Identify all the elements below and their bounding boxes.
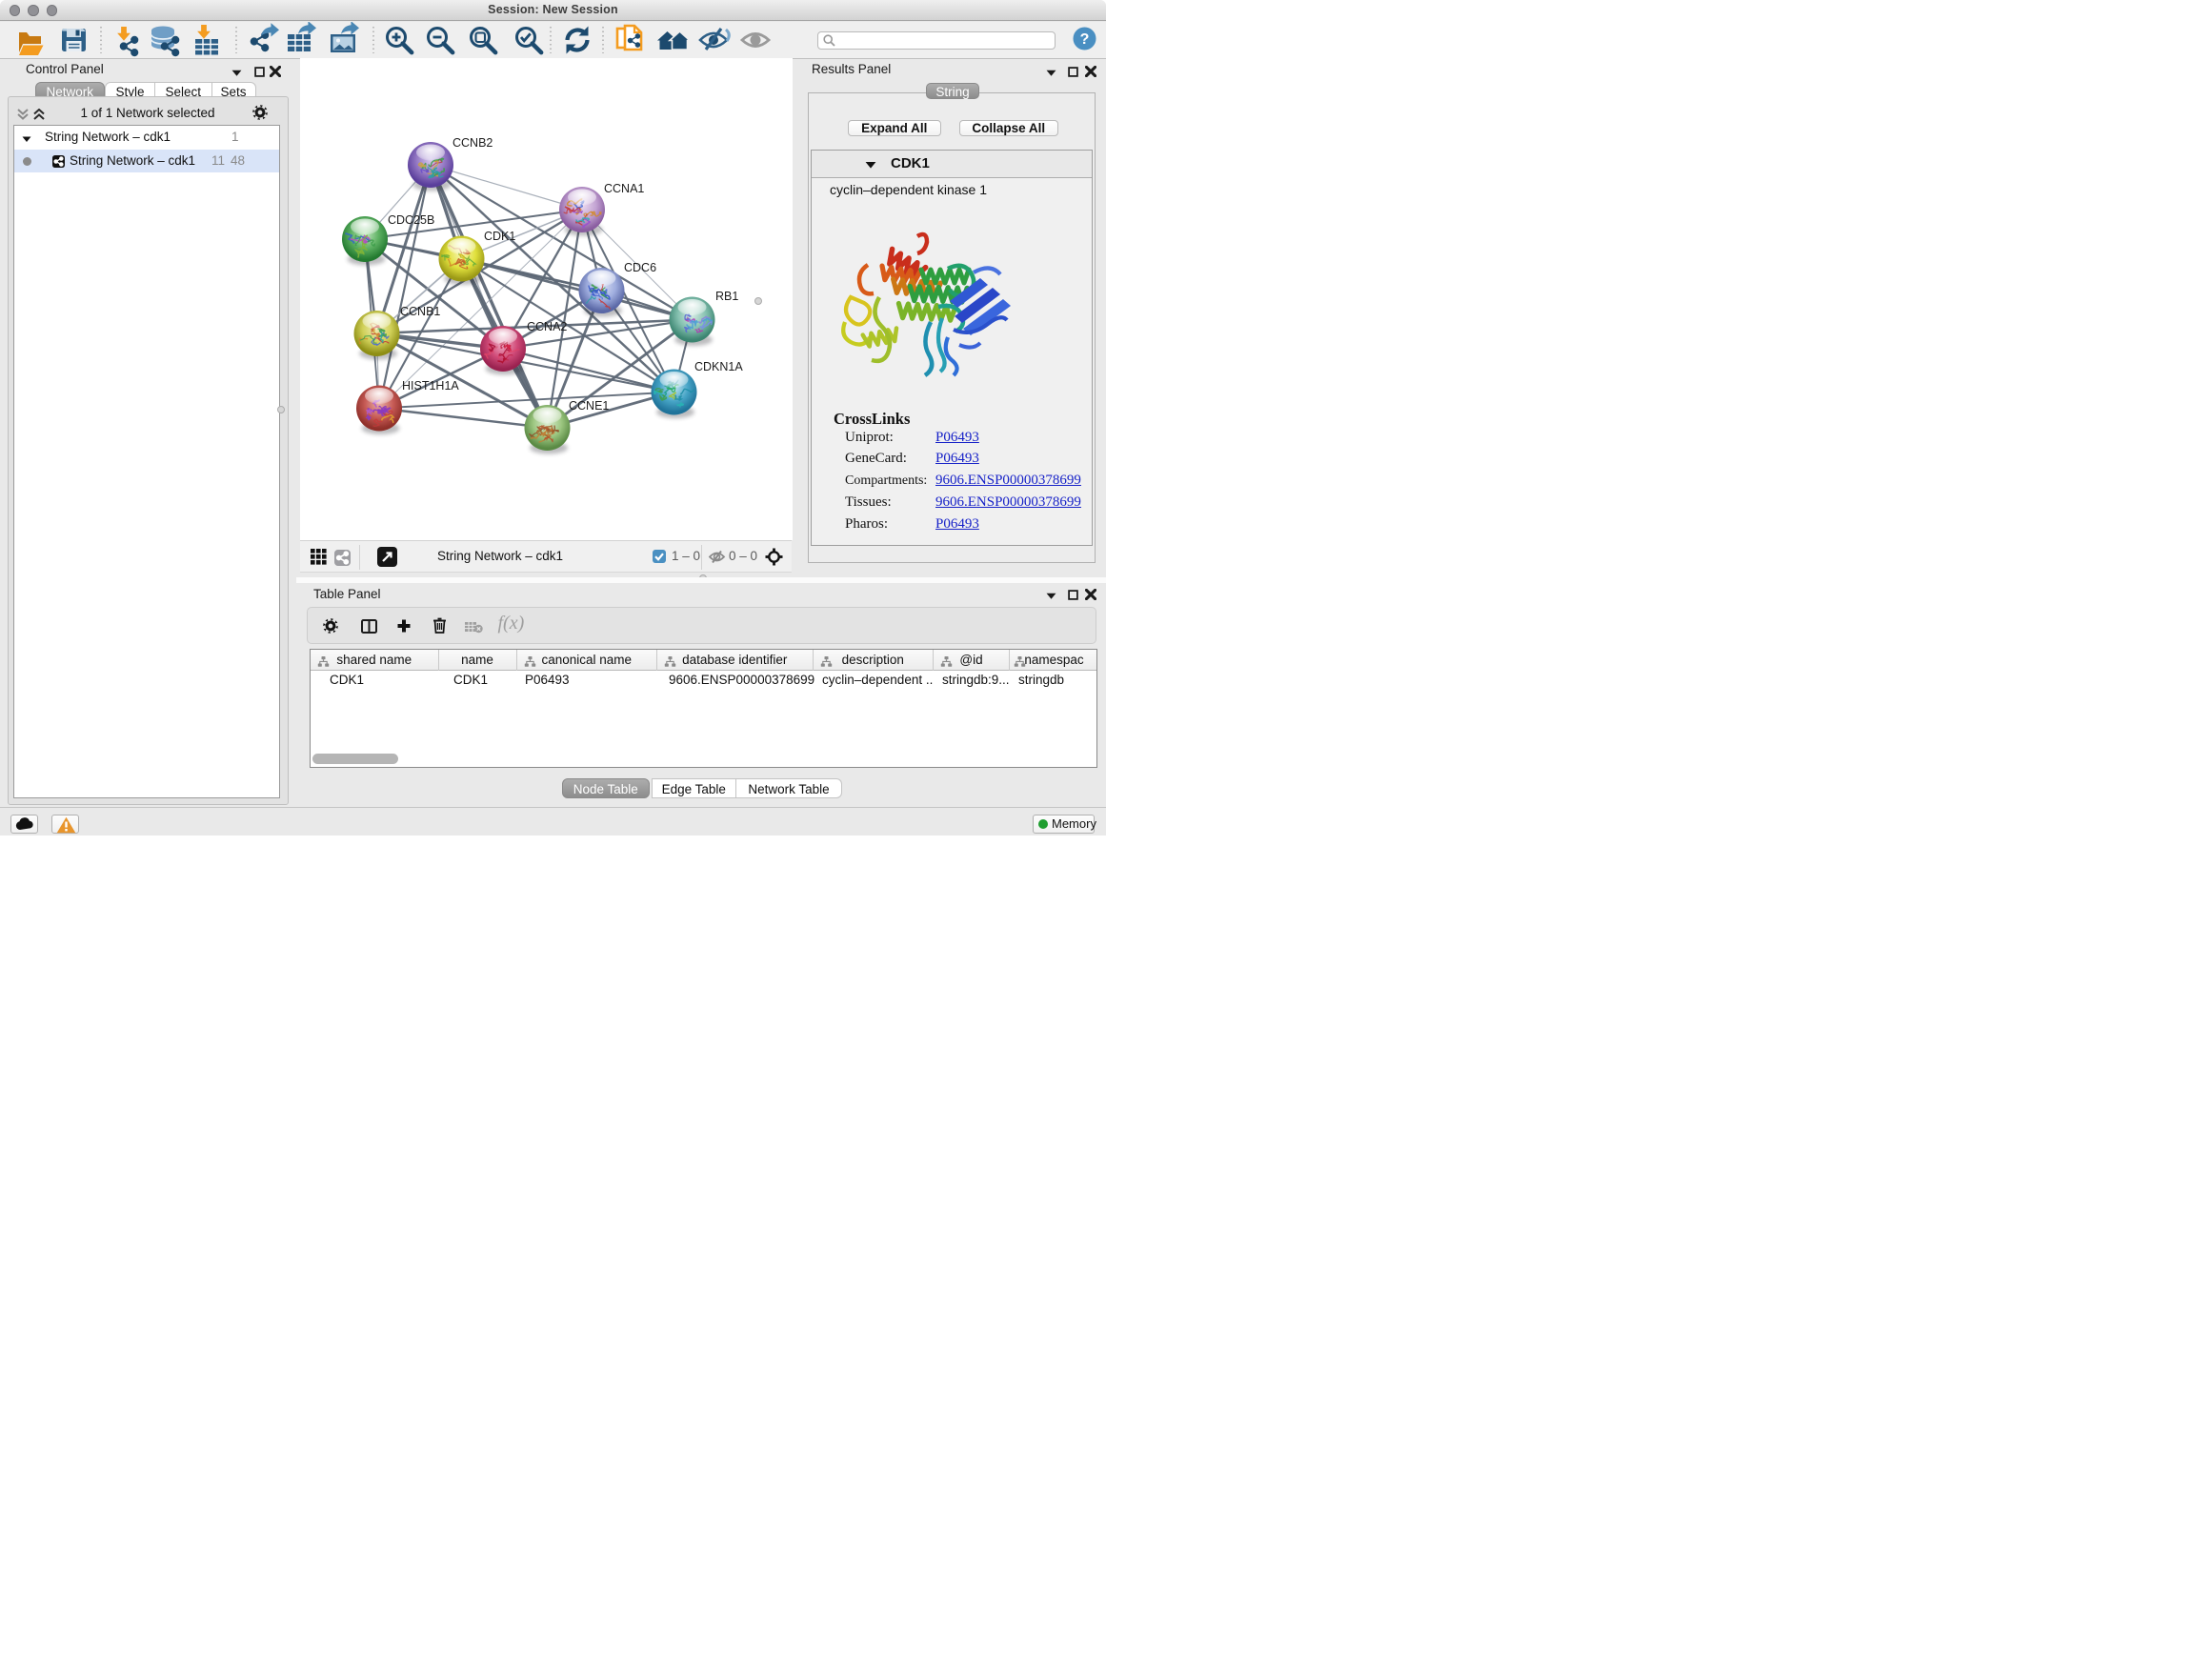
svg-text:CDC6: CDC6 [624, 261, 656, 274]
svg-text:?: ? [1080, 31, 1090, 48]
svg-text:CDK1: CDK1 [484, 230, 515, 243]
svg-text:CCNE1: CCNE1 [569, 399, 609, 413]
svg-text:CCNB1: CCNB1 [400, 305, 440, 318]
svg-text:CDKN1A: CDKN1A [694, 360, 743, 373]
svg-text:CCNB2: CCNB2 [452, 136, 493, 150]
svg-text:CDC25B: CDC25B [388, 213, 434, 227]
svg-text:CCNA2: CCNA2 [527, 320, 567, 333]
svg-text:RB1: RB1 [715, 290, 738, 303]
svg-text:HIST1H1A: HIST1H1A [402, 379, 459, 393]
svg-text:CCNA1: CCNA1 [604, 182, 644, 195]
